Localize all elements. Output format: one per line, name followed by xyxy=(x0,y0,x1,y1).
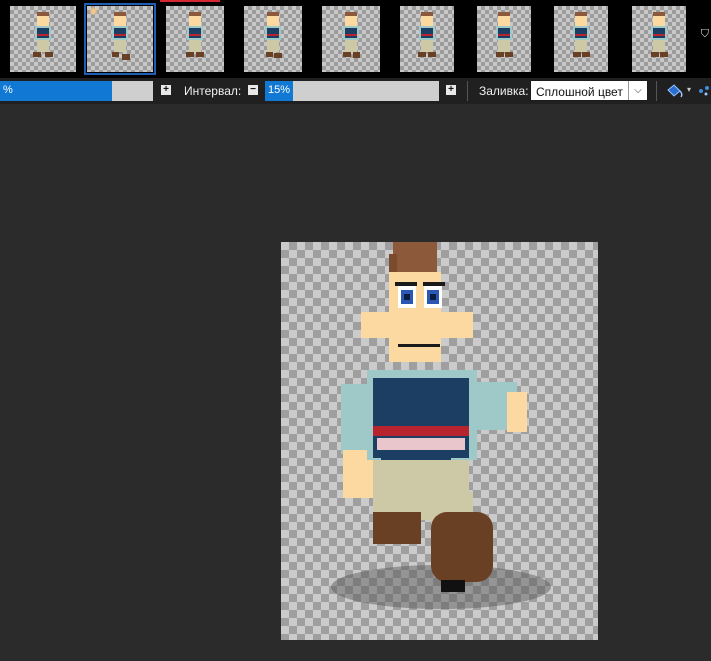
fill-mode-value: Сплошной цвет xyxy=(536,85,623,99)
interval-slider[interactable]: 15% xyxy=(265,81,439,101)
character-thumbnail-icon xyxy=(265,12,282,58)
fill-mode-select[interactable]: Сплошной цвет ⌵ xyxy=(530,80,648,101)
first-percent-slider[interactable]: % xyxy=(0,81,153,101)
interval-increase-button[interactable]: + xyxy=(446,85,456,95)
character-thumbnail-icon xyxy=(573,12,590,57)
chevron-down-icon[interactable]: ⌵ xyxy=(628,81,647,100)
frame-thumbnail[interactable] xyxy=(554,6,608,72)
tool-options-arrow-icon[interactable]: ▾ xyxy=(687,85,691,94)
interval-decrease-button[interactable]: − xyxy=(248,85,258,95)
image-canvas[interactable] xyxy=(281,242,598,640)
character-thumbnail-icon xyxy=(33,12,53,57)
character-thumbnail-icon xyxy=(343,12,360,58)
frame-thumbnail[interactable] xyxy=(166,6,224,72)
chevron-down-icon[interactable]: ⛉ xyxy=(701,28,709,41)
character-sprite xyxy=(331,242,551,609)
character-thumbnail-icon xyxy=(651,12,668,57)
sparkle-icon: ✺ xyxy=(89,6,99,18)
increase-button[interactable]: + xyxy=(161,85,171,95)
toolbar-divider xyxy=(467,81,468,101)
interval-value: 15% xyxy=(268,84,291,96)
frame-thumbnail[interactable] xyxy=(400,6,454,72)
character-thumbnail-icon xyxy=(186,12,204,57)
fill-label: Заливка: xyxy=(479,84,529,98)
frame-thumbnail[interactable] xyxy=(632,6,686,72)
slider-value: % xyxy=(3,84,13,96)
frames-strip: ✺ ⛉ xyxy=(0,0,711,78)
sparkle-icon[interactable] xyxy=(697,82,711,100)
paint-bucket-icon[interactable] xyxy=(664,82,684,100)
frame-thumbnail[interactable] xyxy=(244,6,302,72)
interval-label: Интервал: xyxy=(184,84,242,98)
frame-thumbnail-selected[interactable]: ✺ xyxy=(84,3,156,75)
character-thumbnail-icon xyxy=(418,12,436,57)
frame-thumbnail[interactable] xyxy=(322,6,380,72)
character-thumbnail-icon xyxy=(112,12,130,60)
frame-thumbnail[interactable] xyxy=(10,6,76,72)
character-thumbnail-icon xyxy=(496,12,513,57)
selection-accent xyxy=(160,0,220,2)
frame-thumbnail[interactable] xyxy=(477,6,531,72)
tool-options-bar: % + Интервал: − 15% + Заливка: Сплошной … xyxy=(0,78,711,104)
toolbar-divider xyxy=(656,81,657,101)
slider-fill xyxy=(0,81,112,101)
canvas-workspace[interactable] xyxy=(0,104,711,661)
